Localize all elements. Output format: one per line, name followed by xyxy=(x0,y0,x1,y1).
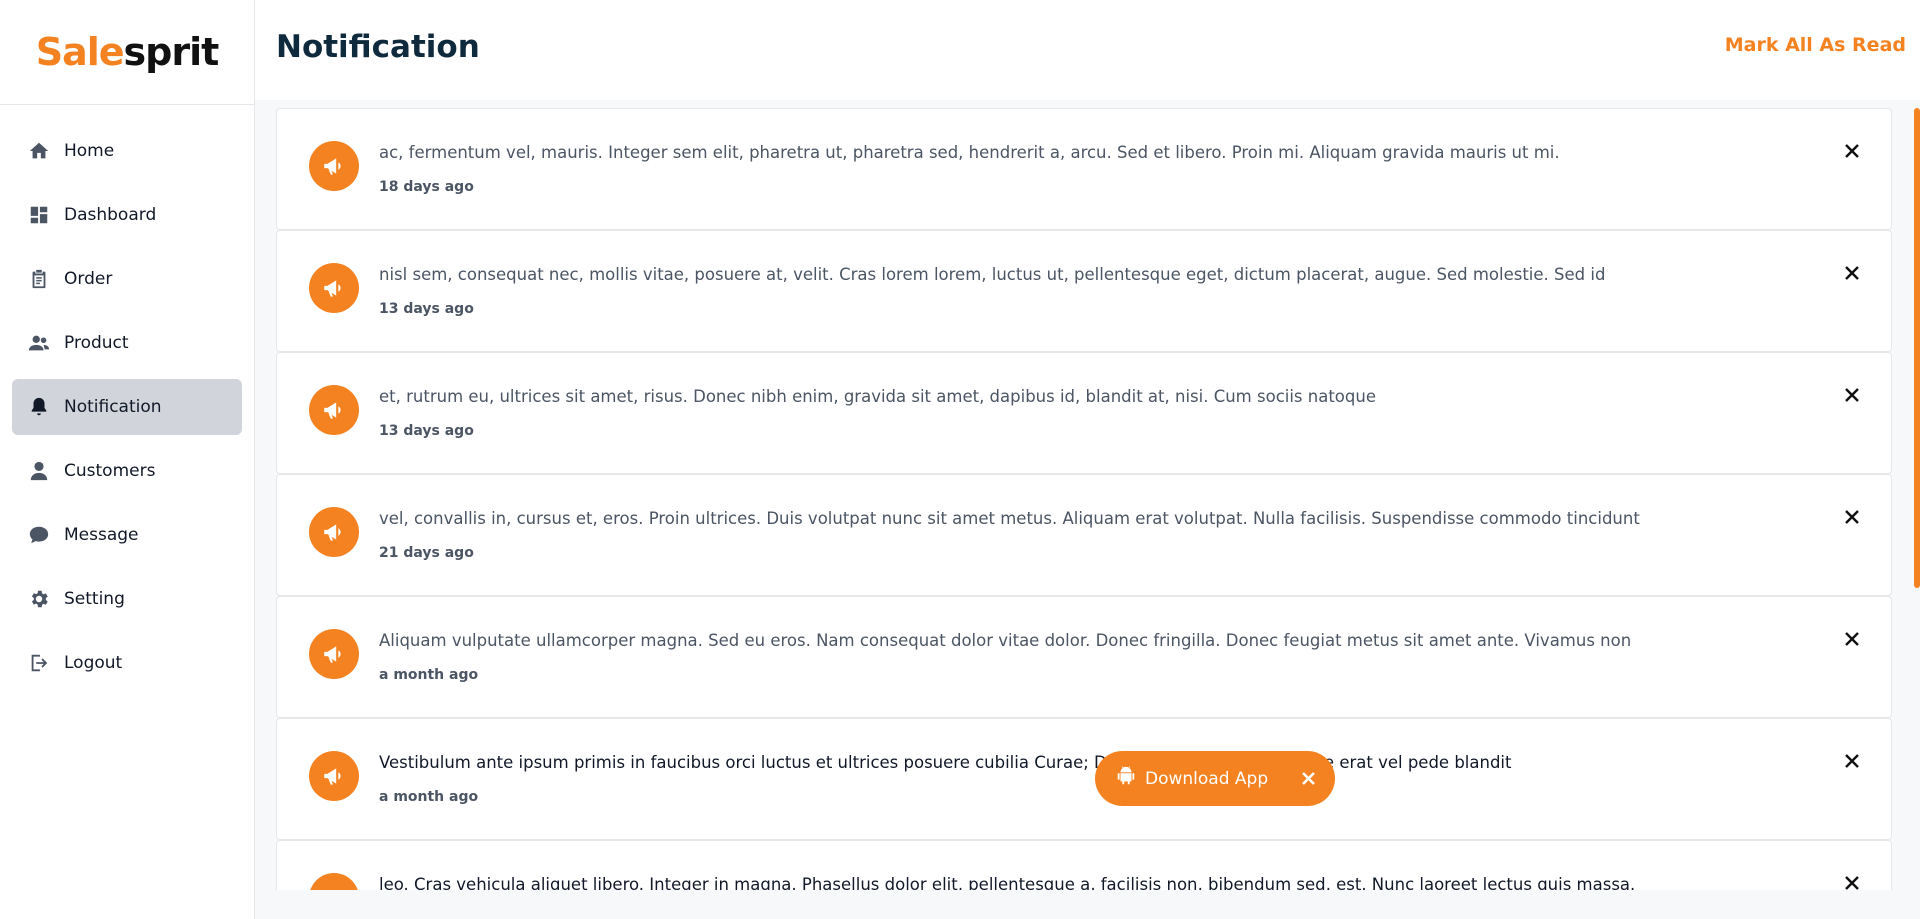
notification-text: Vestibulum ante ipsum primis in faucibus… xyxy=(379,753,1512,772)
sidebar-item-label: Home xyxy=(64,141,115,161)
users-icon xyxy=(28,332,50,354)
close-icon[interactable] xyxy=(1843,264,1861,282)
notification-item[interactable]: nisl sem, consequat nec, mollis vitae, p… xyxy=(276,230,1892,352)
android-icon xyxy=(1115,765,1137,792)
notification-time: 21 days ago xyxy=(379,545,474,561)
megaphone-icon xyxy=(309,751,359,801)
megaphone-icon xyxy=(309,507,359,557)
download-app-label: Download App xyxy=(1145,768,1269,789)
brand-part-2: sprit xyxy=(123,30,220,74)
notification-item[interactable]: Aliquam vulputate ullamcorper magna. Sed… xyxy=(276,596,1892,718)
gear-icon xyxy=(28,588,50,610)
brand-logo[interactable]: Sale sprit xyxy=(0,0,254,105)
notification-time: 13 days ago xyxy=(379,423,474,439)
clipboard-icon xyxy=(28,268,50,290)
main-content: Notification Mark All As Read ac, fermen… xyxy=(255,0,1920,919)
home-icon xyxy=(28,140,50,162)
notification-text: ac, fermentum vel, mauris. Integer sem e… xyxy=(379,143,1560,162)
megaphone-icon xyxy=(309,385,359,435)
notification-time: a month ago xyxy=(379,789,479,805)
list-scrollbar[interactable] xyxy=(1914,108,1920,588)
chat-icon xyxy=(28,524,50,546)
sidebar-item-dashboard[interactable]: Dashboard xyxy=(12,187,242,243)
notification-item[interactable]: Vestibulum ante ipsum primis in faucibus… xyxy=(276,718,1892,840)
notification-item[interactable]: et, rutrum eu, ultrices sit amet, risus.… xyxy=(276,352,1892,474)
notification-time: 13 days ago xyxy=(379,301,474,317)
sidebar-item-message[interactable]: Message xyxy=(12,507,242,563)
sidebar-item-customers[interactable]: Customers xyxy=(12,443,242,499)
notification-time: 18 days ago xyxy=(379,179,474,195)
sidebar-item-label: Message xyxy=(64,525,139,545)
sidebar-item-home[interactable]: Home xyxy=(12,123,242,179)
bell-icon xyxy=(28,396,50,418)
sidebar-item-label: Setting xyxy=(64,589,125,609)
sidebar-item-setting[interactable]: Setting xyxy=(12,571,242,627)
sidebar-item-label: Dashboard xyxy=(64,205,157,225)
notification-text: vel, convallis in, cursus et, eros. Proi… xyxy=(379,509,1640,528)
user-icon xyxy=(28,460,50,482)
notification-item[interactable]: leo. Cras vehicula aliquet libero. Integ… xyxy=(276,840,1892,890)
notification-text: Aliquam vulputate ullamcorper magna. Sed… xyxy=(379,631,1632,650)
close-icon[interactable] xyxy=(1843,752,1861,770)
notification-text: leo. Cras vehicula aliquet libero. Integ… xyxy=(379,875,1636,890)
notification-item[interactable]: vel, convallis in, cursus et, eros. Proi… xyxy=(276,474,1892,596)
sidebar-item-label: Product xyxy=(64,333,129,353)
notification-text: nisl sem, consequat nec, mollis vitae, p… xyxy=(379,265,1606,284)
dashboard-icon xyxy=(28,204,50,226)
close-icon[interactable] xyxy=(1843,386,1861,404)
sidebar-nav: Home Dashboard Order Product Notificatio… xyxy=(0,105,254,691)
brand-part-1: Sale xyxy=(35,30,125,74)
sidebar-item-label: Logout xyxy=(64,653,123,673)
notification-item[interactable]: ac, fermentum vel, mauris. Integer sem e… xyxy=(276,108,1892,230)
notification-list: ac, fermentum vel, mauris. Integer sem e… xyxy=(276,108,1900,890)
sidebar-item-notification[interactable]: Notification xyxy=(12,379,242,435)
download-app-button[interactable]: Download App xyxy=(1095,751,1335,806)
sidebar-item-product[interactable]: Product xyxy=(12,315,242,371)
sidebar-item-label: Order xyxy=(64,269,113,289)
sidebar: Sale sprit Home Dashboard Order Product N… xyxy=(0,0,255,919)
megaphone-icon xyxy=(309,629,359,679)
sidebar-item-order[interactable]: Order xyxy=(12,251,242,307)
close-icon[interactable] xyxy=(1843,630,1861,648)
megaphone-icon xyxy=(309,263,359,313)
close-icon[interactable] xyxy=(1843,508,1861,526)
mark-all-read-button[interactable]: Mark All As Read xyxy=(1725,34,1906,56)
page-header: Notification Mark All As Read xyxy=(255,0,1920,100)
megaphone-icon xyxy=(309,141,359,191)
sidebar-item-logout[interactable]: Logout xyxy=(12,635,242,691)
close-icon[interactable] xyxy=(1843,874,1861,890)
close-icon[interactable] xyxy=(1843,142,1861,160)
logout-icon xyxy=(28,652,50,674)
page-title: Notification xyxy=(276,29,480,65)
sidebar-item-label: Notification xyxy=(64,397,162,417)
close-icon[interactable] xyxy=(1300,770,1317,787)
sidebar-item-label: Customers xyxy=(64,461,156,481)
megaphone-icon xyxy=(309,873,359,890)
notification-time: a month ago xyxy=(379,667,479,683)
notification-text: et, rutrum eu, ultrices sit amet, risus.… xyxy=(379,387,1376,406)
